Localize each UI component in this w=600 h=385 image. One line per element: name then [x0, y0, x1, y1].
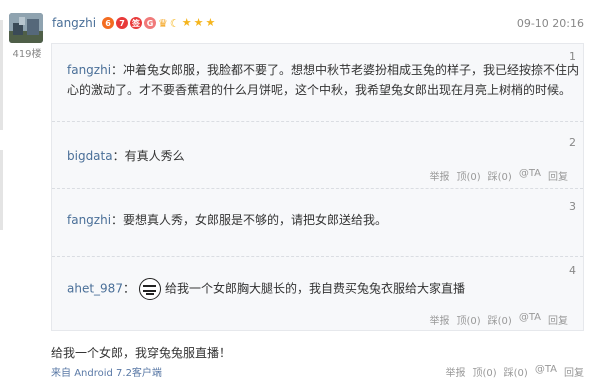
floor-number: 419楼 — [12, 49, 42, 60]
post-source: 来自 Android 7.2客户端 — [51, 364, 162, 379]
reply-content: bigdata：有真人秀么 — [67, 146, 185, 166]
reply-username[interactable]: fangzhi — [67, 213, 111, 227]
reply-button[interactable]: 回复 — [564, 364, 584, 379]
reply-button[interactable]: 回复 — [548, 312, 568, 327]
downvote-button[interactable]: 踩(0) — [504, 364, 528, 379]
moon-icon: ☾ — [169, 16, 180, 30]
reply-username[interactable]: ahet_987 — [67, 282, 123, 296]
reply-button[interactable]: 回复 — [548, 168, 568, 183]
reply-username[interactable]: bigdata — [67, 149, 113, 163]
sunglasses-emoji-icon — [138, 278, 161, 300]
reply-actions: 举报 顶(0) 踩(0) @TA 回复 — [429, 312, 568, 327]
left-divider — [0, 150, 3, 230]
left-edge — [0, 0, 6, 385]
mention-button[interactable]: @TA — [519, 312, 541, 327]
upvote-button[interactable]: 顶(0) — [456, 168, 480, 183]
star-icon: ★ — [193, 16, 204, 29]
user-badges: 6 7 签 G ♛ ☾ ★ ★ ★ — [102, 17, 215, 30]
reply-text: ：冲着兔女郎服，我脸都不要了。想想中秋节老婆扮相成玉兔的样子，我已经按捺不住内 — [111, 63, 580, 77]
reply-index: 2 — [569, 136, 576, 149]
reply-separator: ： — [122, 281, 135, 296]
level-badge-icon[interactable]: 7 — [116, 17, 129, 29]
reply-text: 心的激动了。才不要香蕉君的什么月饼呢，这个中秋，我希望兔女郎出现在月亮上树梢的时… — [67, 83, 572, 97]
reply-text: 给我一个女郎胸大腿长的，我自费买兔兔衣服给大家直播 — [164, 281, 465, 296]
mention-button[interactable]: @TA — [535, 364, 557, 379]
post-body-text: 给我一个女郎，我穿兔兔服直播！ — [51, 346, 232, 360]
crown-icon: ♛ — [158, 16, 168, 30]
reply-item: 1 fangzhi：冲着兔女郎服，我脸都不要了。想想中秋节老婆扮相成玉兔的样子，… — [52, 44, 583, 122]
reply-item: 2 bigdata：有真人秀么 举报 顶(0) 踩(0) @TA 回复 — [52, 122, 583, 189]
reply-text: ：要想真人秀，女郎服是不够的，请把女郎送给我。 — [111, 213, 388, 227]
source-prefix: 来自 — [51, 368, 75, 379]
report-button[interactable]: 举报 — [429, 168, 449, 183]
reply-username[interactable]: fangzhi — [67, 63, 111, 77]
gift-badge-icon[interactable]: G — [144, 17, 157, 29]
avatar[interactable] — [9, 13, 43, 43]
reply-index: 4 — [569, 264, 576, 277]
honor-badge-icon[interactable]: 6 — [102, 17, 115, 29]
sign-badge-icon[interactable]: 签 — [130, 17, 143, 29]
reply-item: 4 ahet_987： 给我一个女郎胸大腿长的，我自费买兔兔衣服给大家直播 举报 … — [52, 257, 583, 331]
reply-text: ：有真人秀么 — [112, 149, 185, 163]
reply-content: ahet_987： 给我一个女郎胸大腿长的，我自费买兔兔衣服给大家直播 — [67, 278, 465, 300]
reply-index: 3 — [569, 200, 576, 213]
left-divider — [0, 20, 3, 130]
source-client-link[interactable]: Android 7.2客户端 — [74, 368, 162, 379]
reply-content: fangzhi：冲着兔女郎服，我脸都不要了。想想中秋节老婆扮相成玉兔的样子，我已… — [67, 60, 579, 100]
post-date: 09-10 20:16 — [516, 17, 584, 30]
post-actions: 举报 顶(0) 踩(0) @TA 回复 — [445, 364, 584, 379]
post-username[interactable]: fangzhi — [52, 16, 96, 30]
downvote-button[interactable]: 踩(0) — [488, 312, 512, 327]
upvote-button[interactable]: 顶(0) — [472, 364, 496, 379]
avatar-image — [9, 13, 43, 43]
mention-button[interactable]: @TA — [519, 168, 541, 183]
reply-item: 3 fangzhi：要想真人秀，女郎服是不够的，请把女郎送给我。 — [52, 189, 583, 257]
reply-actions: 举报 顶(0) 踩(0) @TA 回复 — [429, 168, 568, 183]
reply-content: fangzhi：要想真人秀，女郎服是不够的，请把女郎送给我。 — [67, 210, 387, 230]
post-header: fangzhi 6 7 签 G ♛ ☾ ★ ★ ★ — [52, 14, 215, 32]
upvote-button[interactable]: 顶(0) — [456, 312, 480, 327]
star-icon: ★ — [181, 16, 192, 29]
reply-list: 1 fangzhi：冲着兔女郎服，我脸都不要了。想想中秋节老婆扮相成玉兔的样子，… — [51, 43, 584, 331]
downvote-button[interactable]: 踩(0) — [488, 168, 512, 183]
report-button[interactable]: 举报 — [429, 312, 449, 327]
star-icon: ★ — [205, 16, 216, 29]
report-button[interactable]: 举报 — [445, 364, 465, 379]
